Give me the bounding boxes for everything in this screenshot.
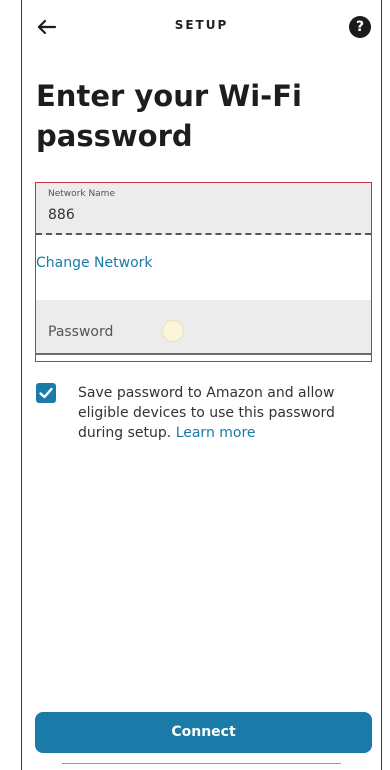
page-headline: Enter your Wi-Fi password (36, 79, 302, 153)
highlight-outline (35, 182, 372, 362)
learn-more-link[interactable]: Learn more (176, 425, 256, 441)
help-button[interactable]: ? (349, 16, 371, 38)
save-password-checkbox[interactable] (36, 383, 56, 403)
app-screen: SETUP ? Enter your Wi-Fi password Networ… (21, 0, 382, 770)
page-title: SETUP (174, 18, 229, 32)
connect-button[interactable]: Connect (35, 712, 372, 753)
save-password-consent: Save password to Amazon and allow eligib… (78, 383, 368, 443)
question-circle-icon: ? (355, 19, 365, 35)
checkmark-icon (39, 387, 53, 399)
bottom-edge (62, 763, 341, 770)
top-bar: SETUP ? (22, 0, 381, 56)
